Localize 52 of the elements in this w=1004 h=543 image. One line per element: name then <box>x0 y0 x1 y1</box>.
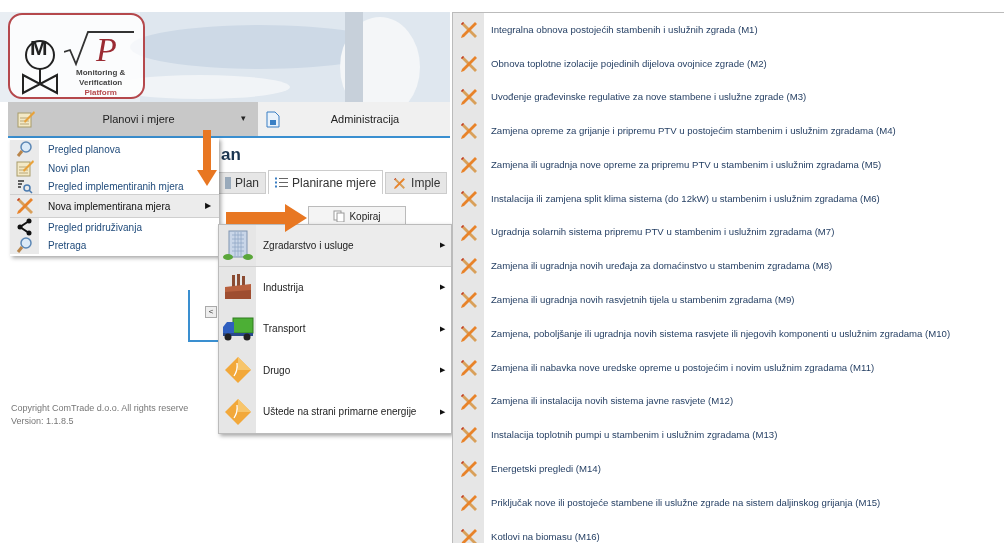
measure-menu-item[interactable]: Integralna obnova postojećih stambenih i uslužnih zgrada (M1) <box>453 13 1004 47</box>
down-arrow <box>197 130 217 186</box>
measure-menu-item[interactable]: Ugradnja solarnih sistema pripremu PTV u stambenim i uslužnim zgradama (M7) <box>453 215 1004 250</box>
menu-item[interactable]: Pregled implementiranih mjera <box>10 178 219 194</box>
list-icon <box>275 177 289 188</box>
notepad-pencil-icon <box>16 109 36 129</box>
measure-menu-item[interactable]: Uvođenje građevinske regulative za nove stambene i uslužne zgrade (M3) <box>453 80 1004 115</box>
diamond-icon <box>223 356 252 385</box>
measure-menu-item[interactable]: Zamjena opreme za grijanje i pripremu PTV u postojećim stambenim i uslužnim zgradama (M4) <box>453 114 1004 149</box>
measure-menu-item[interactable]: Zamjena, poboljšanje ili ugradnja novih sistema rasvjete ili njegovih komponenti u uslužnim zgradama (M10) <box>453 317 1004 351</box>
logo-text: Platform <box>84 88 117 98</box>
search-icon <box>15 236 34 254</box>
measure-menu-item[interactable]: Zamjena ili ugradnja novih uređaja za domaćinstvo u stambenim zgradama (M8) <box>453 249 1004 284</box>
measure-menu-item[interactable]: Zamjena ili instalacija novih sistema javne rasvjete (M12) <box>453 384 1004 419</box>
menu-item[interactable]: Novi plan <box>10 158 219 178</box>
copy-button[interactable]: Kopiraj <box>308 206 406 226</box>
menu-item[interactable]: Pregled planova <box>10 140 219 158</box>
submenu-arrow-icon: ▶ <box>205 200 219 212</box>
nav-menu-button[interactable]: Planovi i mjere ▾ <box>8 102 258 136</box>
measure-menu-item[interactable]: Energetski pregledi (M14) <box>453 452 1004 487</box>
measure-menu-item[interactable]: Zamjena ili nabavka nove uredske opreme u postojećim i novim uslužnim zgradama (M11) <box>453 350 1004 385</box>
pencil-ruler-icon <box>392 175 408 191</box>
caret-icon: ▾ <box>241 112 250 126</box>
document-icon <box>225 177 231 189</box>
measure-menu-item[interactable]: Kotlovi na biomasu (M16) <box>453 519 1004 543</box>
root-sign-icon <box>64 30 134 68</box>
measure-menu-item[interactable]: Obnova toplotne izolacije pojedinih dijelova ovojnice zgrade (M2) <box>453 46 1004 81</box>
measure-menu-item[interactable]: Priključak nove ili postojeće stambene ili uslužne zgrade na sistem daljinskog grijanja (M15) <box>453 486 1004 520</box>
page-heading: an <box>221 144 241 166</box>
truck-icon <box>220 314 255 343</box>
building-icon <box>222 229 253 262</box>
notepad-pencil-icon <box>14 158 35 178</box>
measure-menu-item[interactable]: Instalacija ili zamjena split klima sistema (do 12kW) u stambenim i uslužnim zgradama (M6) <box>453 182 1004 216</box>
copy-icon <box>333 210 346 222</box>
pager-button[interactable]: < <box>205 306 217 318</box>
tab[interactable]: Imple <box>385 172 448 194</box>
tab[interactable]: Plan <box>218 172 267 194</box>
copyright-text: Copyright ComTrade d.o.o. All rights reserve <box>11 402 189 415</box>
version-text: Version: 1.1.8.5 <box>11 415 74 428</box>
logo-text: Monitoring & <box>76 68 126 78</box>
share-icon <box>15 218 34 236</box>
logo-text: Verification <box>79 78 123 88</box>
menu-item[interactable]: Nova implementirana mjera ▶ <box>10 194 219 218</box>
measure-menu-item[interactable]: Instalacija toplotnih pumpi u stambenim i uslužnim zgradama (M13) <box>453 418 1004 453</box>
search-icon <box>15 140 34 158</box>
menu-item[interactable]: Pregled pridruživanja <box>10 218 219 236</box>
diamond-icon <box>223 397 252 426</box>
document-icon <box>266 110 280 128</box>
list-search-icon <box>16 178 33 194</box>
tab[interactable]: Planirane mjere <box>268 170 384 194</box>
measure-menu-item[interactable]: Zamjena ili ugradnja novih rasvjetnih tijela u stambenim zgradama (M9) <box>453 283 1004 318</box>
measure-menu-item[interactable]: Zamjena ili ugradnja nove opreme za pripremu PTV u stambenim i uslužnim zgradama (M5) <box>453 148 1004 182</box>
